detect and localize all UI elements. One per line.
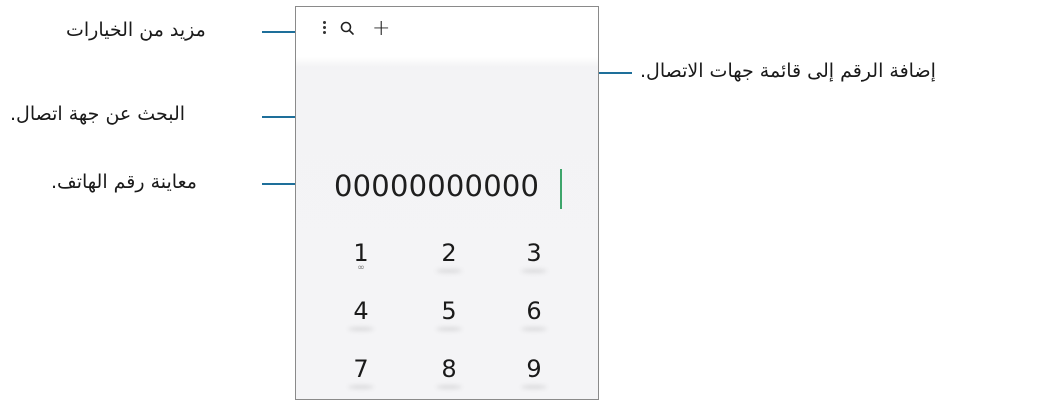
- voicemail-icon: ∞: [357, 263, 365, 273]
- search-icon[interactable]: [339, 20, 357, 38]
- key-shadow: [436, 327, 462, 331]
- key-6[interactable]: 6: [514, 297, 554, 331]
- more-options-icon[interactable]: [321, 19, 327, 37]
- key-7[interactable]: 7: [341, 355, 381, 389]
- key-3[interactable]: 3: [514, 239, 554, 273]
- dialer-screen: + 00000000000 1 ∞ 2 3 4 5 6 7 8 9: [295, 6, 599, 400]
- plus-icon[interactable]: +: [372, 18, 390, 40]
- stage: مزيد من الخيارات البحث عن جهة اتصال. معا…: [0, 0, 1048, 403]
- key-shadow: [348, 385, 374, 389]
- key-2-digit: 2: [441, 239, 457, 267]
- key-5-digit: 5: [441, 297, 457, 325]
- key-8-digit: 8: [441, 355, 457, 383]
- key-8[interactable]: 8: [429, 355, 469, 389]
- text-cursor: [560, 169, 562, 209]
- number-preview-label: معاينة رقم الهاتف.: [51, 171, 197, 193]
- key-2[interactable]: 2: [429, 239, 469, 273]
- key-shadow: [521, 385, 547, 389]
- key-5[interactable]: 5: [429, 297, 469, 331]
- key-3-digit: 3: [526, 239, 542, 267]
- key-9-digit: 9: [526, 355, 542, 383]
- key-shadow: [436, 269, 462, 273]
- key-shadow: [436, 385, 462, 389]
- add-to-contacts-label: إضافة الرقم إلى قائمة جهات الاتصال.: [640, 60, 936, 82]
- key-4[interactable]: 4: [341, 297, 381, 331]
- key-shadow: [348, 327, 374, 331]
- key-shadow: [521, 269, 547, 273]
- key-7-digit: 7: [353, 355, 369, 383]
- more-options-label: مزيد من الخيارات: [66, 19, 206, 41]
- search-contact-label: البحث عن جهة اتصال.: [10, 103, 186, 125]
- key-shadow: [521, 327, 547, 331]
- key-6-digit: 6: [526, 297, 542, 325]
- key-1[interactable]: 1 ∞: [341, 239, 381, 273]
- phone-number-display[interactable]: 00000000000: [334, 169, 539, 203]
- key-9[interactable]: 9: [514, 355, 554, 389]
- key-4-digit: 4: [353, 297, 369, 325]
